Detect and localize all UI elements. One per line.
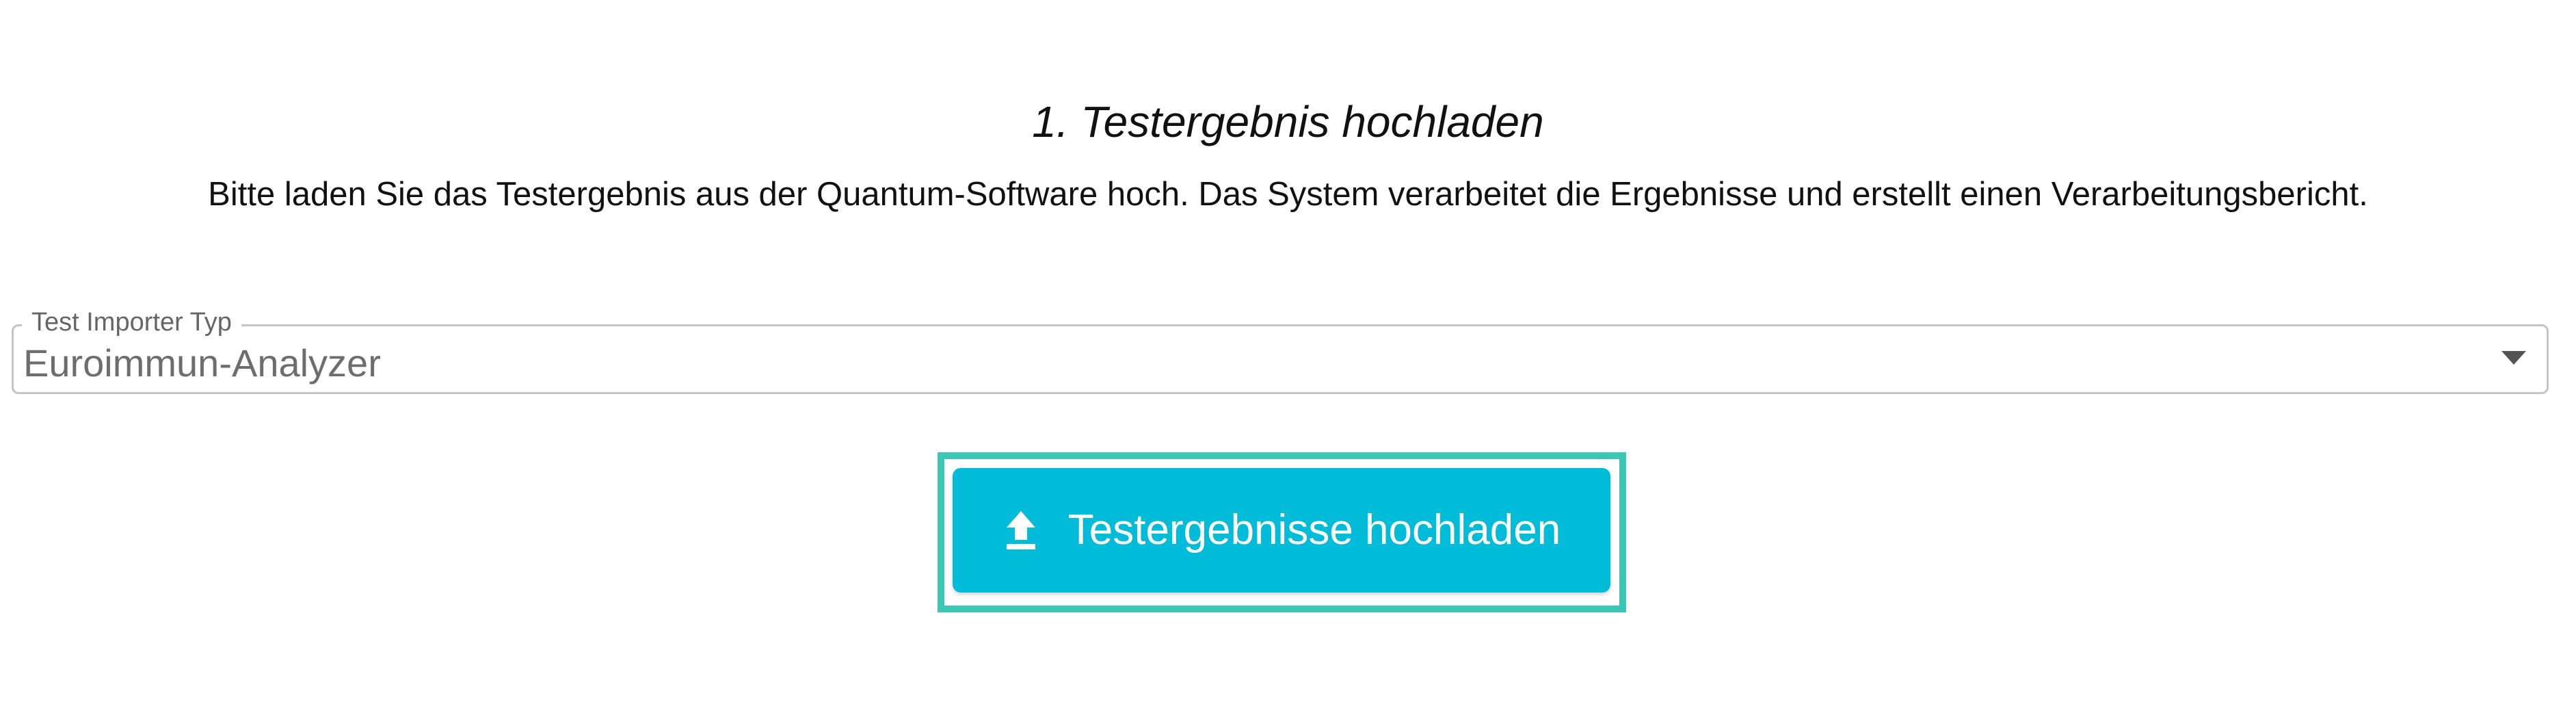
test-importer-type-select[interactable]: Test Importer Typ Euroimmun-Analyzer [12,307,2549,394]
test-importer-type-value: Euroimmun-Analyzer [23,341,381,385]
upload-test-results-page: 1. Testergebnis hochladen Bitte laden Si… [0,0,2576,715]
upload-icon [1006,511,1035,549]
section-title: 1. Testergebnis hochladen [1032,97,1544,146]
test-importer-type-label: Test Importer Typ [22,307,241,337]
upload-test-results-button[interactable]: Testergebnisse hochladen [953,468,1610,593]
upload-button-label: Testergebnisse hochladen [1067,506,1561,554]
chevron-down-icon[interactable] [2501,351,2526,365]
section-description: Bitte laden Sie das Testergebnis aus der… [208,176,2368,213]
